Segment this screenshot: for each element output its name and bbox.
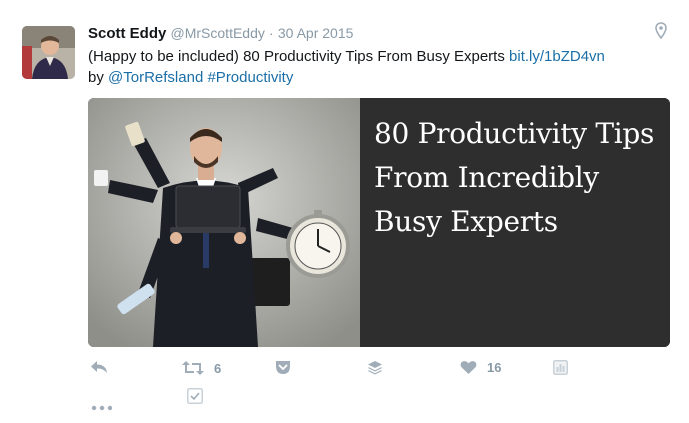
checkbox-icon[interactable] — [187, 388, 203, 409]
mention-link[interactable]: @TorRefsland — [108, 69, 203, 86]
tweet-text-by: by — [88, 69, 109, 86]
like-button[interactable]: 16 — [460, 360, 501, 375]
tweet-date[interactable]: 30 Apr 2015 — [278, 25, 354, 41]
buffer-button[interactable] — [367, 360, 383, 375]
tweet-actions: 6 16 — [88, 360, 648, 384]
reply-icon — [91, 361, 107, 373]
media-title-line: 80 Productivity Tips — [374, 117, 655, 150]
media-photo — [88, 98, 360, 347]
layers-icon — [368, 361, 382, 375]
media-title-line: From Incredibly — [374, 161, 599, 194]
more-button[interactable] — [91, 398, 113, 416]
heart-icon — [460, 361, 477, 374]
avatar-image — [22, 26, 75, 79]
separator: · — [269, 25, 274, 41]
pocket-button[interactable] — [275, 360, 291, 375]
media-title-line: Busy Experts — [374, 205, 558, 238]
analytics-icon — [553, 360, 568, 375]
ellipsis-icon — [91, 405, 113, 411]
pocket-icon — [276, 361, 290, 374]
reply-button[interactable] — [90, 360, 108, 374]
retweet-icon — [182, 361, 204, 375]
tweet-text: (Happy to be included) 80 Productivity T… — [88, 46, 668, 88]
tweet-media[interactable]: 80 Productivity Tips From Incredibly Bus… — [88, 98, 670, 347]
tweet-text-body: (Happy to be included) 80 Productivity T… — [88, 48, 510, 65]
hashtag-link[interactable]: #Productivity — [207, 69, 293, 86]
avatar[interactable] — [22, 26, 75, 79]
author-name[interactable]: Scott Eddy — [88, 25, 166, 42]
location-pin-icon[interactable] — [655, 22, 667, 44]
analytics-button[interactable] — [553, 360, 568, 375]
media-title: 80 Productivity Tips From Incredibly Bus… — [374, 112, 664, 244]
retweet-button[interactable]: 6 — [182, 360, 221, 376]
retweet-count: 6 — [214, 360, 222, 376]
media-title-panel: 80 Productivity Tips From Incredibly Bus… — [360, 98, 670, 347]
tweet-link[interactable]: bit.ly/1bZD4vn — [509, 48, 605, 65]
tweet-header: Scott Eddy @MrScottEddy · 30 Apr 2015 — [88, 25, 353, 42]
author-handle[interactable]: @MrScottEddy — [171, 25, 265, 41]
like-count: 16 — [487, 360, 502, 375]
